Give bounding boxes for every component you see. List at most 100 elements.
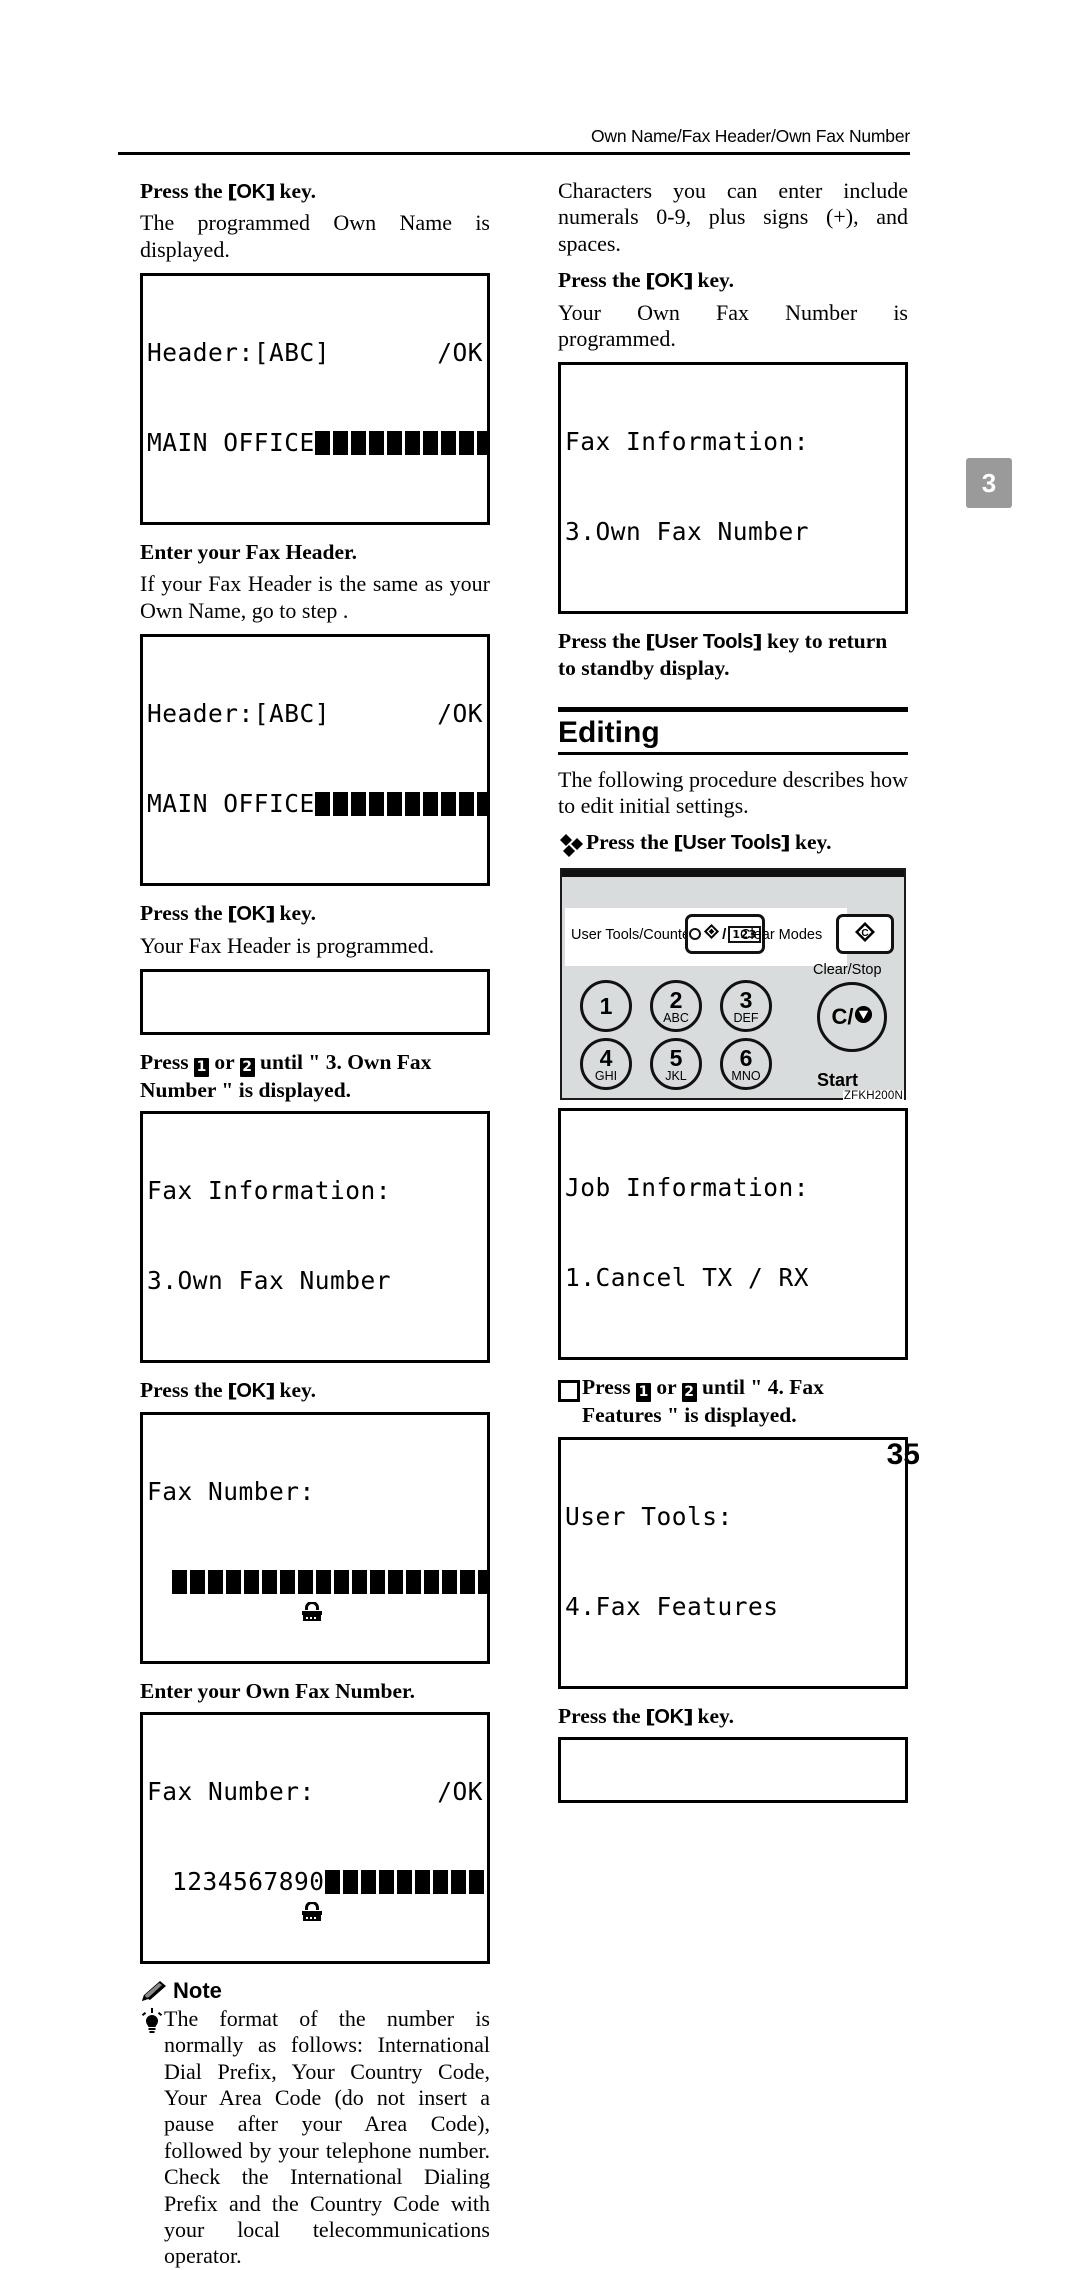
step-label-pre: Press the [558, 268, 641, 293]
intro-paragraph: Characters you can enter include numeral… [558, 178, 908, 256]
svg-text:C: C [861, 928, 868, 939]
step-heading-press-arrows-1: Press 1 or 2 until " 3. Own Fax Number "… [140, 1049, 490, 1103]
user-tools-counter-label: User Tools/Counter [571, 927, 695, 944]
square-bullet-icon [558, 1380, 580, 1403]
step-body-4: Your Own Fax Number is programmed. [558, 299, 908, 351]
lcd-line2: 3.Own Fax Number [565, 517, 810, 547]
step-body-3: Your Fax Header is programmed. [140, 932, 435, 958]
step-body-2: If your Fax Header is the same as your O… [140, 571, 490, 623]
lcd-line2-text: MAIN OFFICE [147, 789, 315, 819]
keycap-user-tools: [User Tools] [672, 832, 791, 855]
lcd-line1-right: /OK [437, 699, 483, 729]
step-label-post: key. [697, 1703, 734, 1728]
section-title: Editing [558, 715, 660, 749]
lcd-line2: 4.Fax Features [565, 1591, 779, 1621]
section-editing: Editing [558, 706, 908, 755]
lcd-line-empty [565, 1802, 901, 1803]
step-heading-press-user-tools-2: Press the [User Tools] key. [586, 829, 831, 855]
lcd-block-cursors [314, 789, 487, 819]
lcd-display-blank-1 [140, 968, 490, 1035]
left-right-arrow-icon [875, 521, 901, 543]
lcd-line2: 1.Cancel TX / RX [565, 1263, 810, 1293]
key-letters: MNO [731, 1068, 761, 1083]
bullet-press-user-tools: Press the [User Tools] key. [558, 829, 908, 858]
step-label-post: key. [279, 901, 316, 926]
step-label-post: key. [279, 1378, 316, 1403]
lcd-display-job-information: Job Information: 1.Cancel TX / RX [558, 1108, 908, 1361]
numeric-key-1[interactable]: 1 [580, 980, 632, 1033]
running-header: Own Name/Fax Header/Own Fax Number [590, 126, 910, 146]
step-label-pre: Press the [558, 1703, 641, 1728]
lcd-line1: Fax Information: [565, 427, 810, 457]
clear-stop-key[interactable]: C/ [817, 982, 887, 1053]
step-label-pre: Press the [586, 830, 669, 855]
left-column: Press the [OK] key. The programmed Own N… [140, 178, 490, 2270]
lcd-line1-left: Fax Number: [147, 1776, 315, 1806]
key-digit: 4 [599, 1044, 613, 1071]
step-heading-press-ok-5: Press the [OK] key. [558, 1703, 908, 1729]
step-label-post: key. [697, 268, 734, 293]
control-panel: User Tools/Counter / 123 Clear Modes C 1… [560, 868, 906, 1101]
numeric-key-3[interactable]: 3 DEF [720, 980, 772, 1033]
section-rule-bottom [558, 751, 908, 755]
lcd-line1-right: /OK [437, 338, 483, 368]
header-rule [118, 152, 910, 155]
lcd-block-cursors [172, 1567, 487, 1597]
phone-icon [147, 1871, 322, 1921]
step-label-pre: Press [140, 1049, 189, 1074]
key-digit: 5 [669, 1044, 683, 1071]
lcd-display-blank-2 [558, 1736, 908, 1803]
note-label: Note [173, 1977, 222, 2003]
lcd-line1: User Tools: [565, 1501, 733, 1531]
step-label-post: key. [279, 179, 316, 203]
numeric-key-2[interactable]: 2 ABC [650, 980, 702, 1033]
step-label-pre: Press the [140, 179, 223, 203]
numeric-key-6[interactable]: 6 MNO [720, 1038, 772, 1091]
page-number: 35 [886, 1438, 920, 1471]
stop-triangle-icon [854, 1004, 873, 1030]
document-page: Own Name/Fax Header/Own Fax Number 3 Pre… [0, 0, 1080, 2268]
lcd-line-empty [147, 1034, 483, 1035]
start-label: Start [817, 1070, 859, 1091]
lcd-line1-left: Header:[ABC] [147, 699, 331, 729]
note-text: The format of the number is normally as … [164, 2005, 490, 2269]
lcd-display-fax-information-2: Fax Information: 3.Own Fax Number [558, 362, 908, 615]
lcd-line2-text: MAIN OFFICE [147, 428, 315, 458]
lcd-line1-left: Header:[ABC] [147, 338, 331, 368]
diamond-bullet-icon [558, 832, 584, 858]
step-label-pre: Press [582, 1375, 631, 1400]
slash-separator: / [722, 925, 727, 943]
keycap-ok: [OK] [644, 1705, 694, 1728]
lcd-display-fax-number-filled: Fax Number: /OK 1234567890 [140, 1711, 490, 1964]
clear-modes-diamond-icon: C [854, 921, 876, 948]
chapter-thumb-tab: 3 [966, 458, 1012, 508]
step-label-post: key. [795, 830, 832, 855]
figure-code: ZFKH200N [842, 1090, 904, 1103]
clear-modes-key[interactable]: C [836, 914, 894, 955]
step-label-pre: Press the [140, 901, 223, 926]
step-label-pre: Press the [140, 1378, 223, 1403]
bullet-press-arrows: Press 1 or 2 until " 4. Fax Features " i… [558, 1374, 908, 1428]
lcd-line2-text: 1234567890 [172, 1866, 325, 1896]
control-panel-figure: User Tools/Counter / 123 Clear Modes C 1… [560, 868, 906, 1103]
numeric-key-4[interactable]: 4 GHI [580, 1038, 632, 1091]
keycap-ok: [OK] [644, 270, 694, 293]
step-heading-enter-own-fax-number: Enter your Own Fax Number. [140, 1678, 415, 1703]
lcd-block-cursors [324, 1867, 487, 1897]
pencil-icon [140, 1980, 168, 2002]
lcd-display-header-abc-1: Header:[ABC] /OK MAIN OFFICE [140, 273, 490, 526]
numeric-key-5[interactable]: 5 JKL [650, 1038, 702, 1091]
indicator-led-icon [689, 928, 702, 941]
step-label-mid: or [214, 1049, 235, 1074]
phone-icon [147, 1571, 322, 1621]
clear-stop-label: Clear/Stop [813, 962, 882, 979]
key-letters: DEF [733, 1010, 759, 1025]
key-letters: GHI [594, 1068, 618, 1083]
arrow-down-key-icon: 2 [681, 1383, 697, 1403]
key-digit: 1 [599, 992, 613, 1019]
left-right-arrow-icon [875, 1596, 901, 1618]
left-right-arrow-icon [875, 1267, 901, 1289]
lcd-line1-right: /OK [437, 1776, 483, 1806]
keycap-ok: [OK] [226, 181, 276, 203]
lcd-line2: 3.Own Fax Number [147, 1266, 392, 1296]
